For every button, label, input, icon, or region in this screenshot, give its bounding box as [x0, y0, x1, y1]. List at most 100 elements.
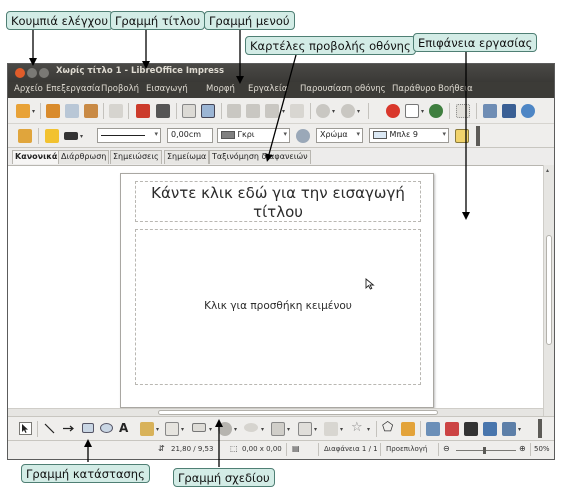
redo-icon[interactable] [341, 104, 355, 118]
menu-tools[interactable]: Εργαλεία [248, 84, 288, 94]
dropdown-arrow-icon[interactable]: ▾ [209, 426, 212, 433]
zoom-out-icon[interactable]: ⊖ [443, 444, 450, 453]
stars-icon[interactable]: ☆ [351, 420, 363, 435]
dropdown-arrow-icon[interactable]: ▾ [357, 108, 360, 115]
area-style-select[interactable]: Χρώμα ▾ [316, 128, 363, 143]
horizontal-scroll-thumb[interactable] [158, 410, 438, 415]
edit-file-icon[interactable] [109, 104, 123, 118]
insert-chart-icon[interactable] [445, 422, 459, 436]
gallery-icon[interactable] [502, 104, 516, 118]
vertical-scrollbar[interactable]: ▴ [543, 165, 554, 416]
dropdown-arrow-icon[interactable]: ▾ [314, 426, 317, 433]
dropdown-arrow-icon[interactable]: ▾ [287, 426, 290, 433]
callouts-icon[interactable] [324, 422, 338, 436]
shadow-icon[interactable] [455, 129, 469, 143]
rectangle-tool-icon[interactable] [82, 423, 94, 433]
arrow-tool-icon[interactable] [62, 422, 76, 435]
menu-format[interactable]: Μορφή [206, 84, 235, 94]
block-arrows-icon[interactable] [271, 422, 285, 436]
select-icon[interactable] [19, 422, 32, 435]
workspace[interactable]: Κάντε κλικ εδώ για την εισαγωγή τίτλου Κ… [8, 165, 543, 408]
menu-insert[interactable]: Εισαγωγή [146, 84, 188, 94]
export-icon[interactable] [84, 104, 98, 118]
line-style-select[interactable]: ▾ [97, 128, 161, 143]
line-icon[interactable] [45, 129, 59, 143]
table-icon[interactable] [405, 104, 419, 118]
ellipse-tool-icon[interactable] [100, 423, 113, 433]
tab-normal[interactable]: Κανονικά [12, 150, 61, 164]
export-pdf-icon[interactable] [136, 104, 150, 118]
dropdown-arrow-icon[interactable]: ▾ [340, 426, 343, 433]
menu-file[interactable]: Αρχείο [14, 84, 43, 94]
fontwork-icon[interactable] [401, 422, 415, 436]
menu-slideshow[interactable]: Παρουσίαση οθόνης [300, 84, 386, 94]
menu-help[interactable]: Βοήθεια [438, 84, 473, 94]
vertical-scroll-thumb[interactable] [546, 235, 552, 345]
menu-window[interactable]: Παράθυρο [392, 84, 436, 94]
menu-edit[interactable]: Επεξεργασία [46, 84, 100, 94]
autospellcheck-icon[interactable] [201, 104, 215, 118]
symbol-shapes-icon[interactable] [244, 423, 258, 432]
copy-icon[interactable] [246, 104, 260, 118]
close-window-button[interactable] [15, 68, 25, 78]
tab-slide-sorter[interactable]: Ταξινόμηση διαφανειών [209, 150, 311, 164]
zoom-slider[interactable] [456, 447, 516, 454]
help-icon[interactable] [521, 104, 535, 118]
new-document-icon[interactable] [16, 104, 30, 118]
dropdown-arrow-icon[interactable]: ▾ [332, 108, 335, 115]
dropdown-arrow-icon[interactable]: ▾ [181, 426, 184, 433]
dropdown-arrow-icon[interactable]: ▾ [367, 426, 370, 433]
dropdown-arrow-icon[interactable]: ▾ [421, 108, 424, 115]
chart-icon[interactable] [386, 104, 400, 118]
tab-notes[interactable]: Σημειώσεις [110, 150, 162, 164]
curve-tool-icon[interactable] [165, 422, 179, 436]
image-icon[interactable] [426, 422, 440, 436]
zoom-in-icon[interactable]: ⊕ [519, 444, 526, 453]
line-color-select[interactable]: Γκρι ▾ [217, 128, 290, 143]
paste-icon[interactable] [265, 104, 279, 118]
media-icon[interactable] [429, 104, 443, 118]
dropdown-arrow-icon[interactable]: ▾ [261, 426, 264, 433]
dropdown-arrow-icon[interactable]: ▾ [156, 426, 159, 433]
dropdown-arrow-icon[interactable]: ▾ [518, 426, 521, 433]
area-color-select[interactable]: Μπλε 9 ▾ [369, 128, 449, 143]
tab-outline[interactable]: Διάρθρωση [58, 150, 110, 164]
points-icon[interactable]: ⬠ [382, 420, 393, 435]
text-tool-icon[interactable]: A [119, 421, 128, 435]
spellcheck-icon[interactable] [182, 104, 196, 118]
connectors-icon[interactable] [140, 422, 154, 436]
maximize-window-button[interactable] [39, 68, 49, 78]
styles-icon[interactable] [18, 129, 32, 143]
menu-view[interactable]: Προβολή [101, 84, 139, 94]
basic-shapes-icon[interactable] [218, 422, 232, 436]
area-icon[interactable] [296, 129, 310, 143]
lines-arrows-icon[interactable] [192, 423, 206, 432]
minimize-window-button[interactable] [27, 68, 37, 78]
tab-handout[interactable]: Σημείωμα [164, 150, 210, 164]
content-placeholder[interactable]: Κλικ για προσθήκη κειμένου [135, 229, 421, 385]
undo-icon[interactable] [316, 104, 330, 118]
interaction-icon[interactable] [483, 422, 497, 436]
save-icon[interactable] [65, 104, 79, 118]
dropdown-arrow-icon[interactable]: ▾ [282, 108, 285, 115]
clone-formatting-icon[interactable] [290, 104, 304, 118]
horizontal-scrollbar[interactable] [8, 408, 543, 416]
zoom-slider-knob[interactable] [483, 447, 486, 454]
slide-canvas[interactable]: Κάντε κλικ εδώ για την εισαγωγή τίτλου Κ… [120, 173, 434, 408]
grid-icon[interactable] [456, 104, 470, 118]
extrusion-icon[interactable] [464, 422, 478, 436]
dropdown-arrow-icon[interactable]: ▾ [234, 426, 237, 433]
line-width-field[interactable]: 0,00cm [167, 128, 213, 143]
line-tool-icon[interactable] [43, 422, 56, 435]
title-placeholder[interactable]: Κάντε κλικ εδώ για την εισαγωγή τίτλου [135, 181, 421, 222]
dropdown-arrow-icon[interactable]: ▾ [80, 133, 83, 140]
open-folder-icon[interactable] [46, 104, 60, 118]
arrow-style-icon[interactable] [64, 132, 78, 140]
print-icon[interactable] [156, 104, 170, 118]
navigator-icon[interactable] [483, 104, 497, 118]
flowchart-icon[interactable] [298, 422, 312, 436]
align-icon[interactable] [502, 422, 516, 436]
scroll-up-icon[interactable]: ▴ [546, 167, 549, 174]
cut-icon[interactable] [227, 104, 241, 118]
dropdown-arrow-icon[interactable]: ▾ [32, 108, 35, 115]
